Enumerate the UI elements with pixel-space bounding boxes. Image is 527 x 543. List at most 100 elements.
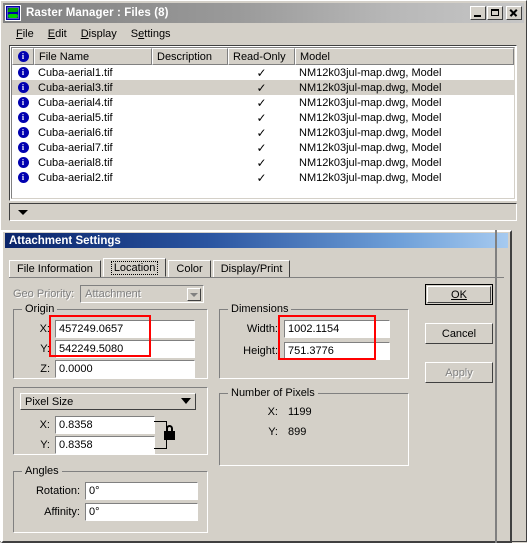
file-list[interactable]: i File Name Description Read-Only Model … [9,45,517,201]
attachment-settings-titlebar[interactable]: Attachment Settings [5,233,508,248]
pixel-size-y-field[interactable]: 0.8358 [55,436,155,454]
angles-group-title: Angles [22,465,62,477]
check-icon: ✓ [256,156,267,169]
number-of-pixels-x-value: 1199 [288,406,312,418]
raster-app-icon [5,5,21,21]
column-header-model[interactable]: Model [295,48,514,65]
cancel-button[interactable]: Cancel [425,323,493,344]
column-header-read-only[interactable]: Read-Only [228,48,295,65]
ok-button-label: OK [451,288,467,301]
info-icon: i [17,142,29,153]
angles-affinity-field[interactable]: 0° [85,503,198,521]
tab-color[interactable]: Color [168,260,211,277]
dimensions-group-title: Dimensions [228,303,292,315]
table-row[interactable]: i Cuba-aerial5.tif ✓ NM12k03jul-map.dwg, Mo… [12,110,514,125]
table-row[interactable]: i Cuba-aerial3.tif ✓ NM12k03jul-map.dwg, Mo… [12,80,514,95]
cell-file-name: Cuba-aerial1.tif [38,66,113,79]
attachment-settings-tabs: File Information Location Color Display/… [9,258,504,278]
cell-model: NM12k03jul-map.dwg, Model [299,171,442,184]
info-icon: i [17,172,29,183]
apply-button[interactable]: Apply [425,362,493,383]
table-row[interactable]: i Cuba-aerial1.tif ✓ NM12k03jul-map.dwg, Mo… [12,65,514,80]
check-icon: ✓ [256,141,267,154]
angles-group: Angles Rotation: 0° Affinity: 0° [13,465,208,533]
row-info-icon[interactable]: i [12,97,34,108]
menu-edit[interactable]: Edit [41,27,74,41]
chevron-down-icon[interactable] [181,398,191,404]
table-row[interactable]: i Cuba-aerial6.tif ✓ NM12k03jul-map.dwg, Mo… [12,125,514,140]
dimensions-width-field[interactable]: 1002.1154 [284,320,390,338]
origin-x-field[interactable]: 457249.0657 [55,320,195,338]
tab-file-information[interactable]: File Information [9,260,101,277]
row-info-icon[interactable]: i [12,67,34,78]
chevron-down-icon[interactable] [187,288,202,301]
number-of-pixels-x-label: X: [267,406,278,418]
cell-file-name: Cuba-aerial4.tif [38,96,113,109]
cell-model: NM12k03jul-map.dwg, Model [299,96,442,109]
table-row[interactable]: i Cuba-aerial8.tif ✓ NM12k03jul-map.dwg, Mo… [12,155,514,170]
menu-display[interactable]: Display [74,27,124,41]
table-row[interactable]: i Cuba-aerial2.tif ✓ NM12k03jul-map.dwg, Mo… [12,170,514,185]
window-controls [470,6,522,20]
tab-location[interactable]: Location [102,258,167,277]
row-info-icon[interactable]: i [12,142,34,153]
info-icon: i [17,67,29,78]
dimensions-group: Dimensions Width: 1002.1154 Height: 751.… [219,303,409,379]
raster-manager-titlebar[interactable]: Raster Manager : Files (8) [3,3,524,23]
dimensions-height-label: Height: [243,345,278,357]
pixel-size-dropdown[interactable]: Pixel Size [20,393,196,410]
cell-read-only: ✓ [228,67,295,79]
dimensions-width-row: Width: 1002.1154 [226,320,390,338]
minimize-icon[interactable] [470,6,486,20]
cell-model: NM12k03jul-map.dwg, Model [299,81,442,94]
cell-model: NM12k03jul-map.dwg, Model [299,111,442,124]
cell-file-name: Cuba-aerial3.tif [38,81,113,94]
column-header-info[interactable]: i [12,48,34,65]
row-info-icon[interactable]: i [12,172,34,183]
number-of-pixels-y-row: Y: 899 [226,426,306,438]
cell-model: NM12k03jul-map.dwg, Model [299,141,442,154]
origin-y-row: Y: 542249.5080 [20,340,195,358]
table-row[interactable]: i Cuba-aerial7.tif ✓ NM12k03jul-map.dwg, Mo… [12,140,514,155]
lock-icon[interactable] [154,416,178,454]
pixel-size-x-row: X: 0.8358 [20,416,155,434]
cell-model: NM12k03jul-map.dwg, Model [299,156,442,169]
row-info-icon[interactable]: i [12,82,34,93]
number-of-pixels-y-label: Y: [268,426,278,438]
origin-z-row: Z: 0.0000 [20,360,195,378]
chevron-down-icon[interactable] [18,209,28,215]
check-icon: ✓ [256,81,267,94]
angles-rotation-field[interactable]: 0° [85,482,198,500]
maximize-icon[interactable] [487,6,503,20]
apply-button-label: Apply [445,366,473,379]
dimensions-width-label: Width: [246,323,278,335]
cell-read-only: ✓ [228,157,295,169]
info-icon: i [17,127,29,138]
cell-file-name: Cuba-aerial8.tif [38,156,113,169]
menu-settings[interactable]: Settings [124,27,178,41]
dimensions-height-row: Height: 751.3776 [226,342,390,360]
origin-y-field[interactable]: 542249.5080 [55,340,195,358]
dimensions-height-field[interactable]: 751.3776 [284,342,390,360]
row-info-icon[interactable]: i [12,127,34,138]
ok-button[interactable]: OK [425,284,493,305]
column-header-description[interactable]: Description [152,48,228,65]
table-row[interactable]: i Cuba-aerial4.tif ✓ NM12k03jul-map.dwg, Mo… [12,95,514,110]
list-expander-bar[interactable] [9,203,517,221]
pixel-size-x-label: X: [39,419,50,431]
geo-priority-select[interactable]: Attachment [80,285,205,303]
pixel-size-x-field[interactable]: 0.8358 [55,416,155,434]
check-icon: ✓ [256,96,267,109]
angles-affinity-row: Affinity: 0° [20,503,198,521]
file-list-header: i File Name Description Read-Only Model [12,48,514,65]
raster-manager-window: Raster Manager : Files (8) FFileile Edit… [0,0,527,543]
menu-file[interactable]: FFileile [9,27,41,41]
close-icon[interactable] [506,6,522,20]
row-info-icon[interactable]: i [12,112,34,123]
column-header-file-name[interactable]: File Name [34,48,152,65]
angles-affinity-label: Affinity: [44,506,80,518]
row-info-icon[interactable]: i [12,157,34,168]
origin-z-field[interactable]: 0.0000 [55,360,195,378]
geo-priority-row: Geo Priority: Attachment [13,285,205,303]
tab-display-print[interactable]: Display/Print [212,260,291,277]
